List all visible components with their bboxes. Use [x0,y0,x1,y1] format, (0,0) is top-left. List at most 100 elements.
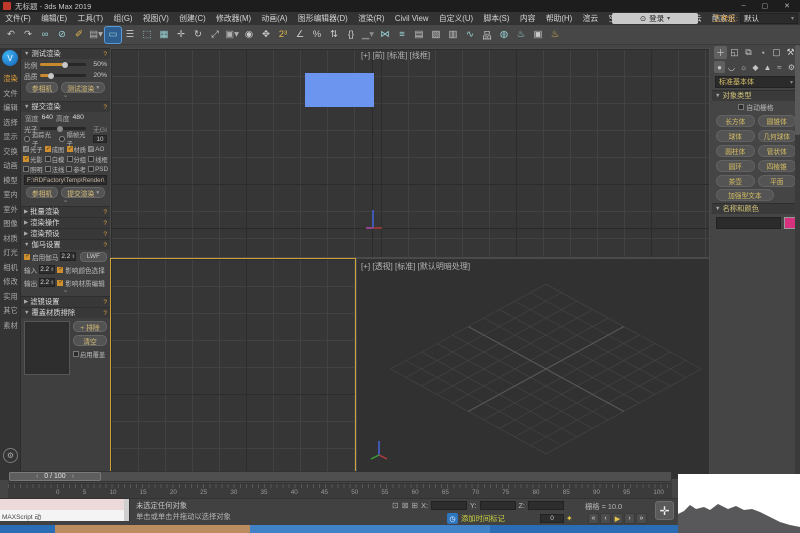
text-plus-button[interactable]: 加强型文本 [716,189,774,201]
scale-slider[interactable] [40,63,86,66]
modify-tab[interactable]: ◱ [728,46,741,59]
cylinder-button[interactable]: 圆柱体 [716,145,755,157]
gamma-out-spinner[interactable]: 2.2 [39,278,55,287]
minimize-button[interactable]: – [742,2,746,10]
box-button[interactable]: 长方体 [716,115,755,127]
create-tab[interactable]: ＋ [714,46,727,59]
layer-manager-icon[interactable]: ▧ [428,27,444,43]
plane-object[interactable] [305,73,374,107]
panel-tab-display[interactable]: 显示 [0,130,21,145]
spacewarps-subtab[interactable]: ≈ [774,61,785,73]
selection-lock-icon[interactable]: ⊠ [402,501,409,510]
material-editor-icon[interactable]: ◍ [496,27,512,43]
submit-camera-button[interactable]: 参相机 [26,187,58,198]
enable-override-checkbox[interactable]: 启用覆盖 [73,350,105,359]
menu-graph-editors[interactable]: 图形编辑器(D) [293,13,353,24]
plane-button[interactable]: 平面 [758,175,797,187]
rendered-frame-icon[interactable]: ▣ [530,27,546,43]
taskbar-app-button[interactable] [250,525,490,533]
filter-rollout-header[interactable]: ▶滤镜设置 ? [21,296,110,307]
reference-coord-dropdown[interactable]: ▣▾ [224,27,240,43]
select-manipulate-icon[interactable]: ✥ [258,27,274,43]
menu-animation[interactable]: 动画(A) [256,13,292,24]
select-move-icon[interactable]: ✛ [173,27,189,43]
output-path-field[interactable]: F:\RDFactory\Temp\Render\ [24,175,107,185]
menu-rendering[interactable]: 渲染(R) [353,13,390,24]
check-group[interactable]: 分组 [67,155,87,164]
panel-tab-modify[interactable]: 修改 [0,275,21,290]
named-selection-dropdown[interactable]: ▁▾ [360,27,376,43]
panel-tab-select[interactable]: 选择 [0,116,21,131]
check-ao[interactable]: AO [88,146,108,153]
select-rotate-icon[interactable]: ↻ [190,27,206,43]
autogrid-checkbox[interactable]: 自动栅格 [712,101,800,113]
trace-photon-radio[interactable] [24,136,30,142]
lights-subtab[interactable]: ☼ [738,61,749,73]
maxscript-mini-listener[interactable]: MAXScript 动 [0,499,130,521]
check-lighting[interactable]: 照明 [23,165,43,174]
clear-exclude-button[interactable]: 清空 [73,335,107,346]
hierarchy-tab[interactable]: ⧉ [742,46,755,59]
menu-modifiers[interactable]: 修改器(M) [211,13,256,24]
time-slider-handle[interactable]: 0 / 100 [9,472,101,481]
height-value[interactable]: 480 [73,114,84,121]
front-viewport-label[interactable]: [+] [前] [标准] [线框] [361,50,430,61]
scene-explorer-icon[interactable]: ▤ [411,27,427,43]
panel-tab-exterior[interactable]: 室外 [0,203,21,218]
cameras-subtab[interactable]: ◆ [750,61,761,73]
help-icon[interactable]: ? [103,242,107,249]
panel-tab-image[interactable]: 图像 [0,217,21,232]
check-whitemodel[interactable]: 白模 [45,155,65,164]
time-slider[interactable]: 0 / 100 [8,471,672,482]
cone-button[interactable]: 圆锥体 [758,115,797,127]
menu-create[interactable]: 创建(C) [174,13,211,24]
macro-recorder-line[interactable] [0,499,129,510]
menu-group[interactable]: 组(G) [108,13,137,24]
select-object-icon[interactable]: ▭ [105,27,121,43]
isolate-selection-icon[interactable]: ⊡ [392,501,399,510]
tube-button[interactable]: 管状体 [758,145,797,157]
window-crossing-icon[interactable]: ▦ [156,27,172,43]
scripts-line[interactable]: MAXScript 动 [0,510,129,521]
listener-scrollbar[interactable] [124,499,129,521]
render-production-icon[interactable]: ♨ [547,27,563,43]
menu-xuanyun[interactable]: 渲云 [577,13,603,24]
sign-in-button[interactable]: ⊙ 登录 [612,13,698,24]
check-psd[interactable]: PSD [88,166,108,173]
select-scale-icon[interactable]: ⤢ [207,27,223,43]
check-lightshadow[interactable]: 光影 [23,155,43,164]
check-normal[interactable]: 法线 [45,165,65,174]
panel-tab-light[interactable]: 灯光 [0,246,21,261]
help-icon[interactable]: ? [103,299,107,306]
panel-tab-animation[interactable]: 动画 [0,159,21,174]
override-rollout-header[interactable]: ▼覆盖材质排除 ? [21,307,110,318]
panel-tab-utility[interactable]: 实用 [0,290,21,305]
bind-spacewarp-icon[interactable]: ✐ [71,27,87,43]
snap-toggle-icon[interactable]: 2³ [275,27,291,43]
render-setup-icon[interactable]: ♨ [513,27,529,43]
redo-icon[interactable]: ↷ [20,27,36,43]
quality-slider[interactable] [40,74,86,77]
next-frame-button[interactable]: › [624,513,635,524]
geometry-subtab[interactable]: ● [714,61,725,73]
z-coordinate-field[interactable] [528,501,564,510]
active-viewport[interactable] [110,258,356,480]
add-time-tag[interactable]: ◷ 添加时间标记 [447,513,505,524]
edit-named-selection-icon[interactable]: {} [343,27,359,43]
panel-tab-camera[interactable]: 相机 [0,261,21,276]
sphere-button[interactable]: 球体 [716,130,755,142]
play-button[interactable]: ▶ [612,513,623,524]
torus-button[interactable]: 圆环 [716,160,755,172]
track-bar[interactable]: 0510152025303540455055606570758085909510… [8,483,672,498]
rollout-render-presets[interactable]: ▶渲染预设? [21,228,110,239]
select-by-name-icon[interactable]: ☰ [122,27,138,43]
panel-tab-other[interactable]: 其它 [0,304,21,319]
current-frame-field[interactable]: 0 [540,514,564,523]
name-color-rollout-header[interactable]: ▼名称和颜色 [712,203,800,214]
go-to-start-button[interactable]: « [588,513,599,524]
front-viewport[interactable]: [+] [前] [标准] [线框] [110,48,710,258]
shapes-subtab[interactable]: ◡ [726,61,737,73]
help-icon[interactable]: ? [103,51,107,58]
lwf-button[interactable]: LWF [80,252,107,262]
percent-snap-icon[interactable]: % [309,27,325,43]
